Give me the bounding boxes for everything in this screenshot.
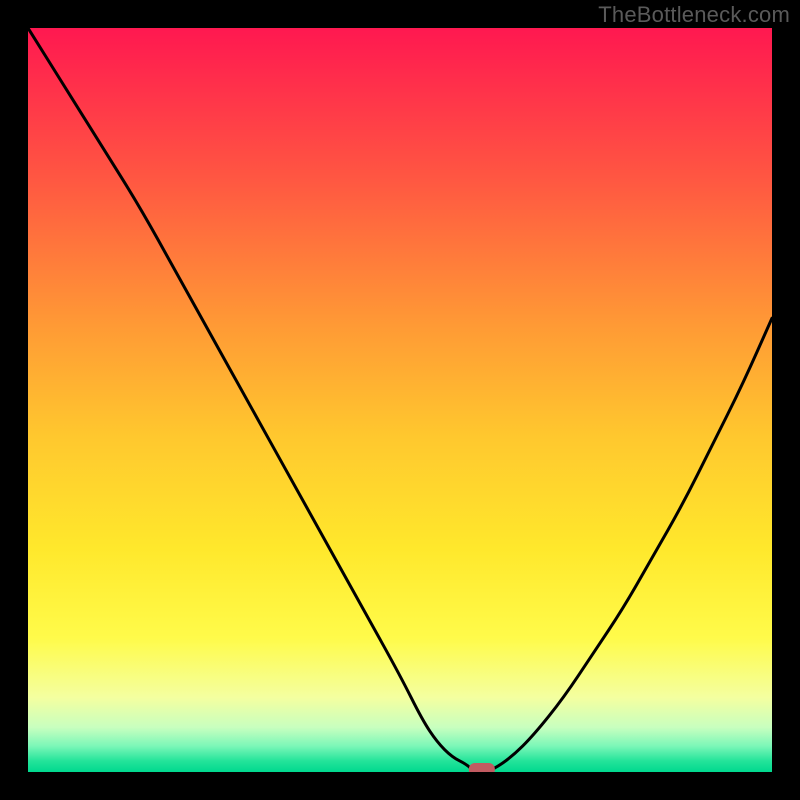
bottleneck-chart (28, 28, 772, 772)
optimum-marker (469, 763, 495, 772)
watermark-text: TheBottleneck.com (598, 2, 790, 28)
chart-frame: TheBottleneck.com (0, 0, 800, 800)
gradient-background (28, 28, 772, 772)
plot-area (28, 28, 772, 772)
